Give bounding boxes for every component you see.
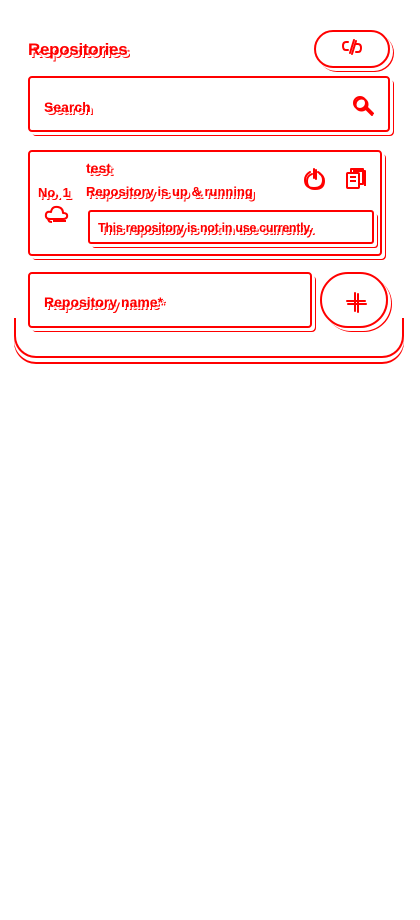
cloud-icon	[44, 204, 70, 224]
page-title: Repositories	[28, 40, 128, 59]
repository-status: Repository is up & running	[86, 184, 253, 199]
repository-number: No. 1	[38, 185, 70, 200]
repository-name-placeholder: Repository name*	[44, 294, 164, 310]
repository-notice: This repository is not in use currently.	[88, 210, 374, 244]
repository-name: test	[86, 160, 111, 176]
search-input[interactable]: Search	[28, 76, 390, 132]
link-sync-icon	[340, 37, 364, 62]
sync-button[interactable]	[314, 30, 390, 68]
repository-card[interactable]: No. 1 test Repository is up & running Th…	[28, 150, 382, 256]
repository-notice-text: This repository is not in use currently.	[98, 221, 313, 235]
copy-icon[interactable]	[344, 166, 366, 192]
repository-name-field[interactable]: Repository name*	[28, 272, 312, 328]
search-placeholder: Search	[44, 99, 91, 115]
search-icon[interactable]	[352, 95, 374, 117]
power-icon[interactable]	[302, 166, 328, 192]
add-repository-button[interactable]	[320, 272, 388, 328]
